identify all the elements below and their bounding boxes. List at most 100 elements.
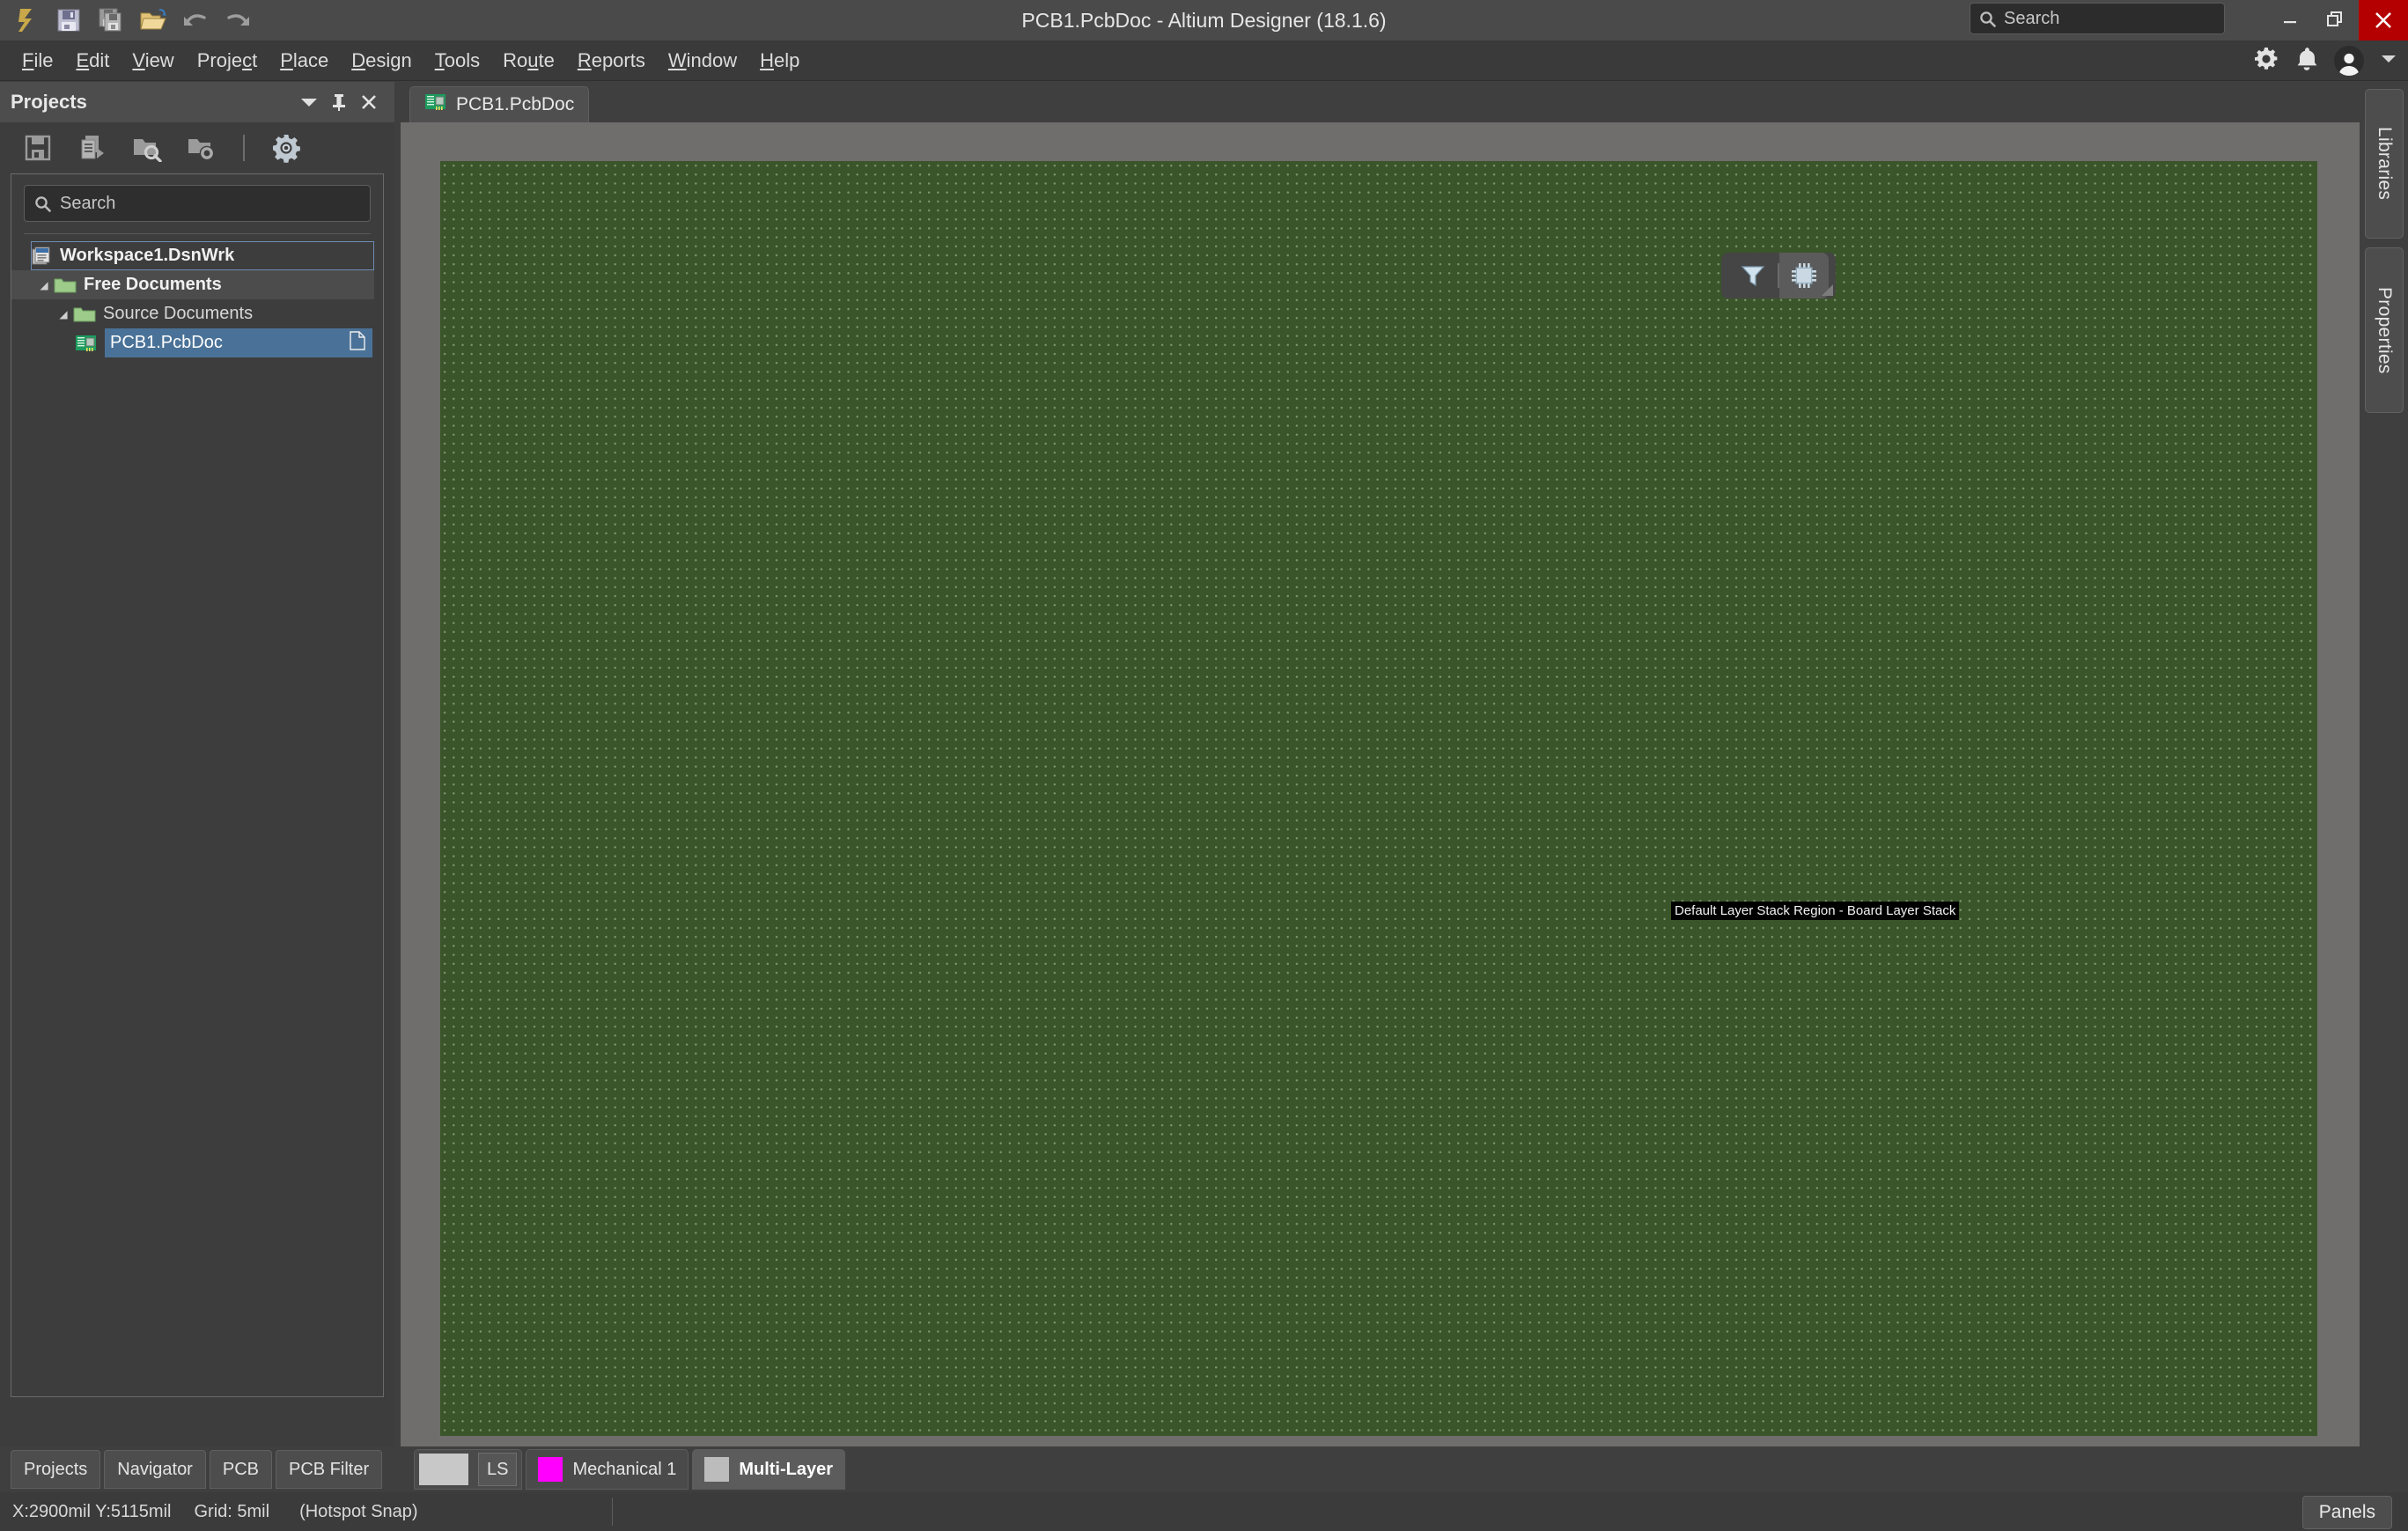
menu-edit[interactable]: Edit [64, 46, 121, 76]
panel-tab-pcb[interactable]: PCB [209, 1450, 272, 1489]
tree-item-source-documents[interactable]: ◢ Source Documents [11, 299, 383, 328]
layer-color-swatch [704, 1457, 730, 1482]
panel-tab-projects[interactable]: Projects [11, 1450, 101, 1489]
layer-tab-label: LS [478, 1453, 518, 1486]
menu-window[interactable]: Window [657, 46, 748, 76]
board-region-label: Default Layer Stack Region - Board Layer… [1671, 902, 1960, 920]
projects-panel: Projects Search Workspace1.DsnWrk ◢ Free… [0, 82, 394, 1446]
layer-tab-multi-layer[interactable]: Multi-Layer [692, 1449, 845, 1490]
pcb-board-area[interactable] [440, 161, 2317, 1436]
copy-documents-icon[interactable] [74, 129, 111, 166]
toolbar-resize-grip[interactable] [1822, 284, 1833, 296]
filter-funnel-icon[interactable] [1728, 253, 1778, 298]
close-button[interactable] [2359, 0, 2408, 40]
title-bar: PCB1.PcbDoc - Altium Designer (18.1.6) S… [0, 0, 2408, 40]
pcb-doc-icon [75, 334, 98, 353]
search-icon [35, 195, 51, 212]
save-all-icon[interactable] [92, 3, 130, 38]
right-tab-label: Libraries [2375, 127, 2395, 201]
projects-panel-toolbar [0, 122, 394, 173]
menu-bar: File Edit View Project Place Design Tool… [0, 40, 2408, 81]
menu-view[interactable]: View [121, 46, 185, 76]
tree-item-label: Source Documents [103, 304, 254, 323]
right-dock: Libraries Properties [2360, 82, 2408, 1446]
panel-title: Projects [11, 91, 87, 113]
pcb-editor-canvas[interactable]: Default Layer Stack Region - Board Layer… [401, 122, 2360, 1446]
panel-close-icon[interactable] [354, 87, 384, 117]
undo-icon[interactable] [176, 3, 215, 38]
menu-tools[interactable]: Tools [423, 46, 491, 76]
projects-panel-body: Search Workspace1.DsnWrk ◢ Free Document… [11, 173, 384, 1397]
folder-icon [54, 276, 77, 294]
restore-button[interactable] [2313, 0, 2359, 40]
open-project-search-icon[interactable] [129, 129, 166, 166]
panel-settings-gear-icon[interactable] [268, 129, 305, 166]
toolbar-separator [243, 135, 245, 161]
document-tab-label: PCB1.PcbDoc [456, 94, 575, 114]
layer-tab-ls[interactable]: LS [414, 1449, 523, 1490]
bell-icon[interactable] [2295, 46, 2318, 77]
panel-tab-pcb-filter[interactable]: PCB Filter [275, 1450, 383, 1489]
document-icon [350, 331, 365, 355]
minimize-button[interactable] [2267, 0, 2313, 40]
pcb-doc-icon [424, 92, 447, 117]
quick-access-toolbar [0, 0, 257, 40]
menu-route[interactable]: Route [491, 46, 566, 76]
status-snap-mode: (Hotspot Snap) [299, 1501, 418, 1521]
menu-place[interactable]: Place [269, 46, 340, 76]
tree-item-free-documents[interactable]: ◢ Free Documents [11, 270, 374, 299]
layer-tab-mechanical-1[interactable]: Mechanical 1 [526, 1449, 689, 1490]
menu-design[interactable]: Design [340, 46, 423, 76]
tree-item-label: PCB1.PcbDoc [110, 333, 223, 352]
panel-divider [24, 233, 371, 234]
project-tree: Workspace1.DsnWrk ◢ Free Documents ◢ Sou… [11, 241, 383, 357]
status-grid: Grid: 5mil [194, 1501, 270, 1521]
folder-icon [73, 305, 96, 323]
workspace-icon [32, 247, 53, 266]
menu-help[interactable]: Help [748, 46, 811, 76]
panel-tab-navigator[interactable]: Navigator [104, 1450, 206, 1489]
projects-search-placeholder: Search [60, 193, 116, 213]
global-search-placeholder: Search [2004, 8, 2060, 28]
save-project-icon[interactable] [19, 129, 56, 166]
tree-item-label: Free Documents [84, 275, 222, 294]
tree-item-pcb1-pcbdoc[interactable]: PCB1.PcbDoc [11, 328, 374, 357]
tree-item-label: Workspace1.DsnWrk [60, 246, 235, 265]
menu-reports[interactable]: Reports [566, 46, 657, 76]
panel-pin-icon[interactable] [324, 87, 354, 117]
pcb-floating-toolbar [1721, 253, 1836, 298]
status-coordinates: X:2900mil Y:5115mil [12, 1501, 172, 1521]
tree-expander-icon[interactable]: ◢ [34, 279, 54, 291]
document-tab-bar: PCB1.PcbDoc [401, 82, 2360, 122]
status-bar: X:2900mil Y:5115mil Grid: 5mil (Hotspot … [0, 1492, 2408, 1531]
menu-bar-right-tools [2253, 40, 2397, 81]
avatar[interactable] [2334, 46, 2364, 76]
projects-panel-header: Projects [0, 82, 394, 122]
panels-button[interactable]: Panels [2301, 1496, 2392, 1529]
tree-item-selected-row[interactable]: PCB1.PcbDoc [105, 328, 372, 357]
right-tab-libraries[interactable]: Libraries [2365, 89, 2404, 239]
gear-icon[interactable] [2253, 46, 2279, 77]
document-tab-pcb1[interactable]: PCB1.PcbDoc [409, 86, 590, 122]
save-icon[interactable] [49, 3, 88, 38]
layer-tab-bar: LS Mechanical 1 Multi-Layer [401, 1446, 2360, 1492]
redo-icon[interactable] [218, 3, 257, 38]
global-search-input[interactable]: Search [1970, 3, 2225, 34]
panel-dropdown-icon[interactable] [294, 87, 324, 117]
altium-logo-icon[interactable] [7, 3, 46, 38]
layer-color-swatch [419, 1454, 468, 1485]
tree-item-workspace[interactable]: Workspace1.DsnWrk [31, 241, 374, 270]
search-icon [1980, 11, 1996, 27]
projects-search-input[interactable]: Search [24, 185, 371, 222]
window-controls [2267, 0, 2408, 40]
open-folder-icon[interactable] [134, 3, 173, 38]
right-tab-label: Properties [2375, 286, 2395, 374]
right-tab-properties[interactable]: Properties [2365, 247, 2404, 413]
chevron-down-icon[interactable] [2380, 53, 2397, 70]
layer-tab-label: Mechanical 1 [572, 1459, 677, 1479]
project-options-icon[interactable] [183, 129, 220, 166]
panel-bottom-tabs: Projects Navigator PCB PCB Filter [0, 1446, 394, 1492]
menu-project[interactable]: Project [186, 46, 269, 76]
tree-expander-icon[interactable]: ◢ [54, 308, 73, 320]
menu-file[interactable]: File [11, 46, 64, 76]
